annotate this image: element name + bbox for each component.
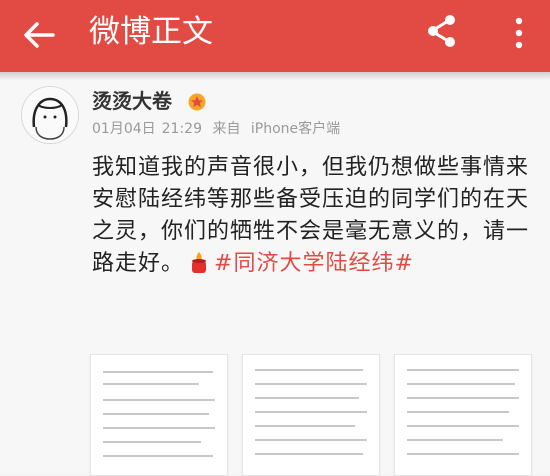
post-meta: 01月04日 21:29 来自 iPhone客户端 (92, 120, 346, 138)
document-image-2[interactable] (242, 354, 380, 476)
author-name[interactable]: 烫烫大卷 (92, 89, 172, 113)
candle-icon (192, 252, 207, 273)
arrow-left-icon[interactable] (22, 20, 56, 50)
post-date: 01月04日 (92, 121, 156, 137)
document-image-1[interactable] (90, 354, 228, 476)
hashtag-link[interactable]: #同济大学陆经纬# (214, 251, 414, 276)
share-icon[interactable] (425, 14, 459, 48)
more-vertical-icon[interactable] (511, 16, 527, 50)
verified-badge-icon (188, 93, 206, 111)
client-name: iPhone客户端 (250, 121, 341, 137)
avatar-image (22, 87, 78, 143)
page-title: 微博正文 (89, 14, 213, 50)
from-label: 来自 (212, 121, 241, 137)
image-grid (90, 354, 532, 476)
post-text: 我知道我的声音很小，但我仍想做些事情来安慰陆经纬等那些备受压迫的同学们的在天之灵… (92, 152, 537, 280)
post-time: 21:29 (161, 121, 202, 137)
document-image-3[interactable] (394, 354, 532, 476)
avatar[interactable] (21, 86, 79, 144)
appbar-shadow (0, 72, 550, 80)
top-app-bar: 微博正文 (0, 0, 550, 72)
